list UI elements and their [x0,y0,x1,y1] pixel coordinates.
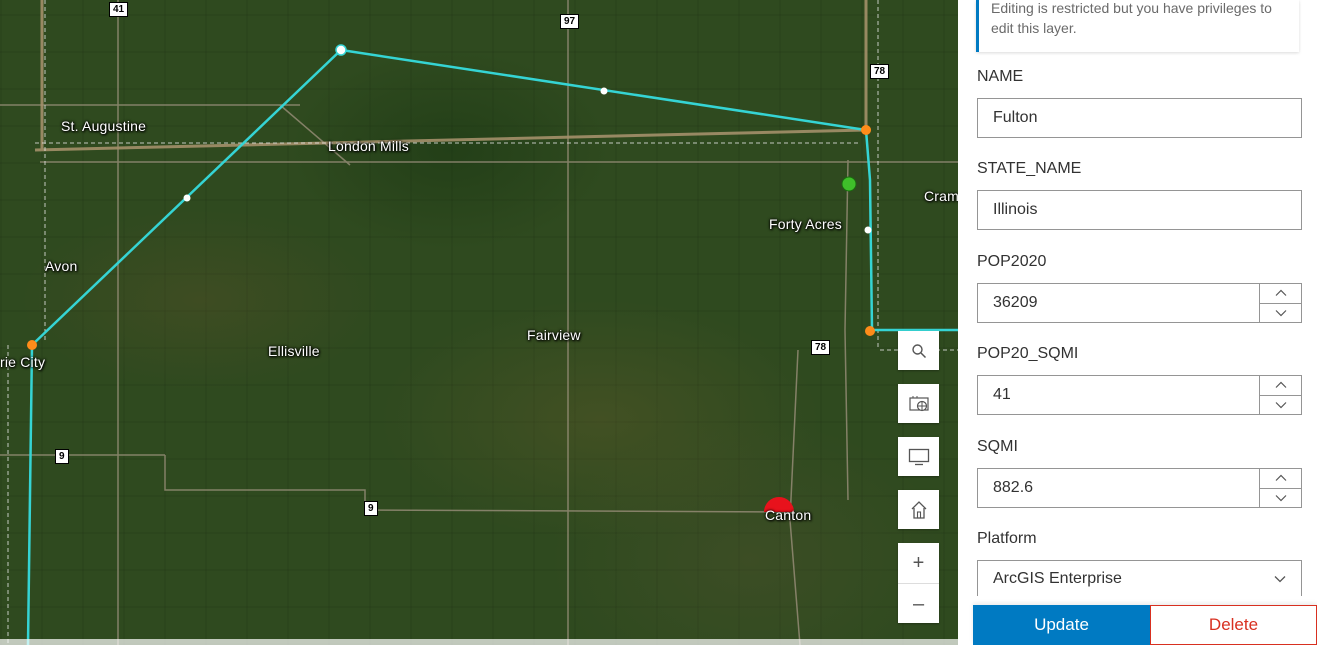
update-button[interactable]: Update [973,605,1150,645]
place-label: London Mills [328,138,409,154]
field-label-platform: Platform [977,530,1037,547]
edit-notice-text: Editing is restricted but you have privi… [991,0,1272,36]
basemap-gallery-icon [908,395,929,411]
place-label: rie City [0,354,46,370]
highway-shield: 97 [560,14,580,29]
chevron-down-icon [1275,309,1286,317]
pop2020-value: 36209 [993,294,1038,311]
search-icon [911,343,926,358]
decrement-button[interactable] [1260,394,1301,415]
search-button[interactable] [898,331,939,370]
decrement-button[interactable] [1260,302,1301,323]
map-view[interactable]: 41 97 78 78 9 9 St. Augustine London Mil… [0,0,958,645]
pop20-sqmi-value: 41 [993,386,1011,403]
place-label: Forty Acres [769,216,842,232]
decrement-button[interactable] [1260,487,1301,508]
name-value: Fulton [993,109,1038,126]
pop20-sqmi-field[interactable]: 41 [977,375,1302,415]
home-icon [911,500,926,519]
pop2020-field[interactable]: 36209 [977,283,1302,323]
highway-shield: 78 [870,64,890,79]
attribution-bar [0,639,958,645]
basemap-gallery-button[interactable] [898,384,939,423]
zoom-out-button[interactable]: – [898,583,939,624]
sqmi-value: 882.6 [993,479,1034,496]
chevron-down-icon [1274,575,1286,582]
platform-select[interactable]: ArcGIS Enterprise [977,560,1302,596]
field-label-sqmi: SQMI [977,438,1018,455]
edit-notice: Editing is restricted but you have privi… [976,0,1299,52]
field-label-name: NAME [977,68,1024,85]
state-name-value: Illinois [993,201,1038,218]
place-label: Canton [765,507,812,523]
field-label-state: STATE_NAME [977,160,1082,177]
sqmi-stepper [1259,469,1301,507]
field-label-pop2020: POP2020 [977,253,1047,270]
home-button[interactable] [898,490,939,529]
highway-shield: 9 [55,449,69,464]
increment-button[interactable] [1260,376,1301,395]
highway-shield: 9 [364,501,378,516]
zoom-control: + – [898,543,939,623]
state-name-field[interactable]: Illinois [977,190,1302,230]
place-label: Fairview [527,327,581,343]
place-label: Ellisville [268,343,320,359]
feature-editor-panel: Editing is restricted but you have privi… [958,0,1317,645]
place-label: Avon [45,258,78,274]
chevron-down-icon [1275,401,1286,409]
chevron-down-icon [1275,494,1286,502]
chevron-up-icon [1275,289,1286,297]
chevron-up-icon [1275,474,1286,482]
place-label: St. Augustine [61,118,147,134]
highway-shield: 78 [811,340,831,355]
delete-button[interactable]: Delete [1150,605,1317,645]
pop2020-stepper [1259,284,1301,322]
place-label: Cram [924,188,958,204]
highway-shield: 41 [109,2,129,17]
chevron-up-icon [1275,381,1286,389]
platform-value: ArcGIS Enterprise [993,569,1122,587]
name-field[interactable]: Fulton [977,98,1302,138]
map-graphics [0,0,958,645]
increment-button[interactable] [1260,284,1301,303]
field-label-pop20-sqmi: POP20_SQMI [977,345,1079,362]
increment-button[interactable] [1260,469,1301,488]
sqmi-field[interactable]: 882.6 [977,468,1302,508]
fullscreen-button[interactable] [898,437,939,476]
zoom-in-button[interactable]: + [898,543,939,583]
monitor-icon [908,448,929,465]
action-bar: Update Delete [973,605,1317,645]
pop20-sqmi-stepper [1259,376,1301,414]
